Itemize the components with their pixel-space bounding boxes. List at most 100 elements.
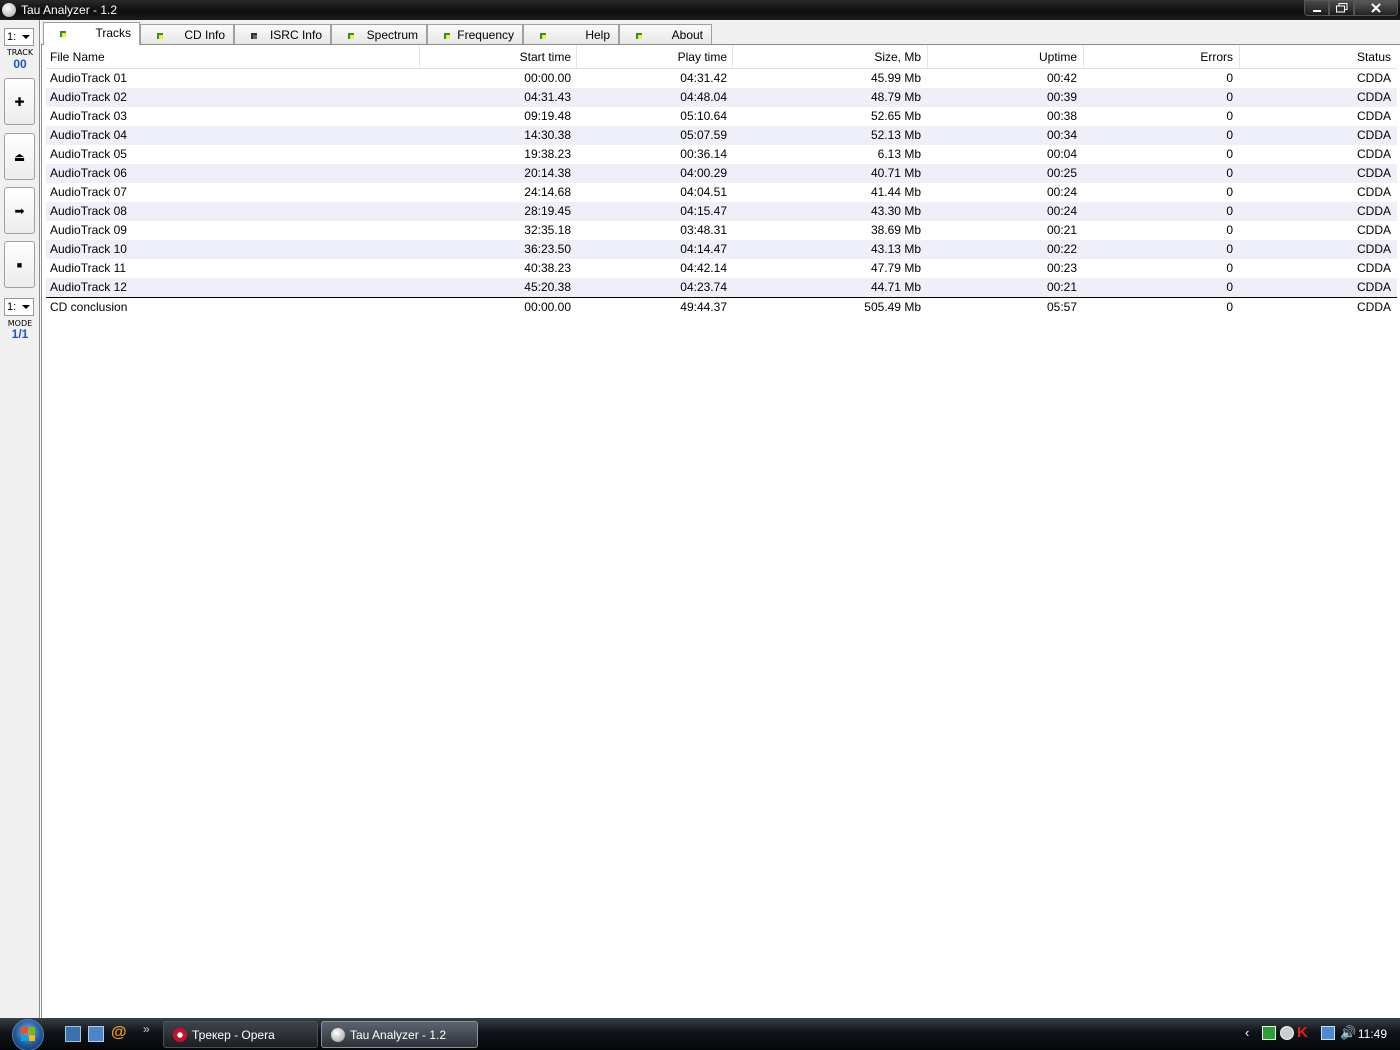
cell-uptime: 00:24 [1046,204,1077,218]
cell-size: 43.30 Mb [870,204,921,218]
table-row[interactable]: AudioTrack 07 24:14.68 04:04.51 41.44 Mb 00:… [46,183,1397,202]
title-bar: Tau Analyzer - 1.2 [0,0,1400,20]
column-header-errors[interactable]: Errors [1084,45,1240,69]
mode-value: 1/1 [11,327,29,341]
volume-tray-icon[interactable]: 🔊 [1340,1025,1356,1041]
tab-strip: Tracks CD Info ISRC Info Spectrum Freque… [41,20,1400,45]
cell-status: CDDA [1356,261,1391,275]
cell-play-time: 03:48.31 [680,223,727,237]
table-row[interactable]: AudioTrack 05 19:38.23 00:36.14 6.13 Mb 00:0… [46,145,1397,164]
cell-status: CDDA [1356,223,1391,237]
tab-isrc-info[interactable]: ISRC Info [234,24,331,44]
tab-tracks[interactable]: Tracks [43,22,140,45]
stop-button[interactable]: ■ [4,241,35,288]
cell-start-time: 40:38.23 [524,261,571,275]
cell-status: CDDA [1356,166,1391,180]
windows-logo-icon [21,1027,35,1041]
table-total-row[interactable]: CD conclusion 00:00.00 49:44.37 505.49 Mb 05… [46,297,1397,316]
table-row[interactable]: AudioTrack 10 36:23.50 04:14.47 43.13 Mb 00:… [46,240,1397,259]
tab-cd-info[interactable]: CD Info [140,24,234,44]
table-row[interactable]: AudioTrack 04 14:30.38 05:07.59 52.13 Mb 00:… [46,126,1397,145]
cell-uptime: 00:42 [1046,71,1077,85]
quicklaunch-overflow-button[interactable]: » [143,1022,159,1038]
taskbar-item-tau-analyzer[interactable]: Tau Analyzer - 1.2 [321,1021,478,1048]
tab-spectrum[interactable]: Spectrum [331,24,427,44]
track-select-value: 1: [7,31,17,43]
column-header-start-time[interactable]: Start time [420,45,577,69]
taskbar-item-label: Трекер - Opera [192,1028,275,1042]
cell-start-time: 19:38.23 [524,147,571,161]
cell-file-name: AudioTrack 03 [50,109,127,123]
column-header-file-name[interactable]: File Name [46,45,420,69]
column-header-uptime[interactable]: Uptime [928,45,1084,69]
kaspersky-tray-icon[interactable]: K [1297,1024,1308,1041]
cell-errors: 0 [1226,147,1233,161]
tab-frequency[interactable]: Frequency [427,24,523,44]
column-header-size[interactable]: Size, Mb [733,45,928,69]
taskbar-item-label: Tau Analyzer - 1.2 [350,1028,447,1042]
cell-start-time: 28:19.45 [524,204,571,218]
tab-label: Tracks [95,26,131,40]
mail-agent-icon[interactable]: @ [111,1024,127,1041]
mode-select[interactable]: 1: [4,298,34,316]
cell-start-time: 00:00.00 [524,300,571,314]
column-header-play-time[interactable]: Play time [577,45,733,69]
cell-file-name: AudioTrack 08 [50,204,127,218]
status-led-icon [60,31,66,37]
start-button[interactable] [6,1019,50,1050]
minimize-icon [1312,10,1321,12]
cell-file-name: AudioTrack 11 [50,261,127,275]
cell-size: 48.79 Mb [870,90,921,104]
cell-status: CDDA [1356,242,1391,256]
eject-button[interactable]: ⏏ [4,133,35,180]
cell-file-name: AudioTrack 07 [50,185,127,199]
show-desktop-icon[interactable] [65,1026,81,1042]
table-row[interactable]: AudioTrack 02 04:31.43 04:48.04 48.79 Mb 00:… [46,88,1397,107]
add-button[interactable]: ✚ [4,78,35,125]
table-row[interactable]: AudioTrack 12 45:20.38 04:23.74 44.71 Mb 00:… [46,278,1397,297]
cell-size: 45.99 Mb [870,71,921,85]
cell-play-time: 49:44.37 [680,300,727,314]
table-row[interactable]: AudioTrack 08 28:19.45 04:15.47 43.30 Mb 00:… [46,202,1397,221]
cell-uptime: 00:25 [1046,166,1077,180]
column-header-status[interactable]: Status [1240,45,1397,69]
cell-size: 38.69 Mb [870,223,921,237]
cell-size: 41.44 Mb [870,185,921,199]
cell-errors: 0 [1226,166,1233,180]
network-tray-icon[interactable] [1321,1026,1335,1040]
cell-errors: 0 [1226,90,1233,104]
next-button[interactable]: ➡ [4,187,35,234]
cell-uptime: 00:38 [1046,109,1077,123]
status-led-icon [348,33,354,39]
tab-about[interactable]: About [619,24,712,44]
utorrent-tray-icon[interactable] [1262,1026,1276,1040]
status-led-icon [157,33,163,39]
tab-label: CD Info [184,28,225,42]
table-row[interactable]: AudioTrack 03 09:19.48 05:10.64 52.65 Mb 00:… [46,107,1397,126]
track-select[interactable]: 1: [4,28,34,46]
cell-play-time: 04:31.42 [680,71,727,85]
cell-uptime: 00:39 [1046,90,1077,104]
maximize-button[interactable] [1329,0,1354,16]
switch-windows-icon[interactable] [88,1026,104,1042]
cell-start-time: 45:20.38 [524,280,571,294]
tab-help[interactable]: Help [523,24,619,44]
mode-select-value: 1: [7,301,17,313]
opera-icon [173,1028,187,1042]
restore-icon [1335,3,1347,13]
table-row[interactable]: AudioTrack 06 20:14.38 04:00.29 40.71 Mb 00:… [46,164,1397,183]
cell-uptime: 00:21 [1046,280,1077,294]
clock[interactable]: 11:49 [1358,1027,1387,1041]
cell-start-time: 14:30.38 [524,128,571,142]
close-button[interactable] [1354,0,1398,16]
table-row[interactable]: AudioTrack 11 40:38.23 04:42.14 47.79 Mb 00:… [46,259,1397,278]
cell-uptime: 05:57 [1046,300,1077,314]
cell-size: 52.13 Mb [870,128,921,142]
tray-app-icon[interactable] [1280,1026,1294,1040]
table-row[interactable]: AudioTrack 09 32:35.18 03:48.31 38.69 Mb 00:… [46,221,1397,240]
cell-file-name: AudioTrack 04 [50,128,127,142]
table-row[interactable]: AudioTrack 01 00:00.00 04:31.42 45.99 Mb 00:… [46,69,1397,88]
tray-expand-icon[interactable]: ‹ [1245,1025,1249,1040]
minimize-button[interactable] [1304,0,1329,16]
taskbar-item-opera[interactable]: Трекер - Opera [163,1021,318,1048]
